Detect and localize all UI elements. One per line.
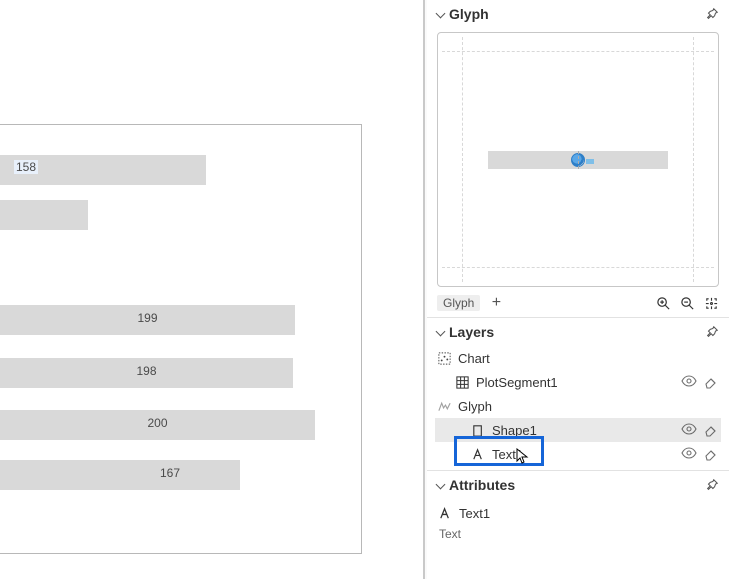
attributes-panel-title: Attributes xyxy=(449,477,515,493)
glyph-node-icon xyxy=(437,399,452,414)
attributes-selected-label: Text1 xyxy=(459,506,490,521)
zoom-out-icon[interactable] xyxy=(679,295,695,311)
bar-label: 167 xyxy=(160,466,180,480)
bar-label: 158 xyxy=(14,160,38,174)
chart-bar[interactable]: 198 xyxy=(0,358,293,388)
visibility-icon[interactable] xyxy=(681,445,697,464)
glyph-preview[interactable] xyxy=(437,32,719,287)
layers-tree: Chart PlotSegment1 xyxy=(427,344,729,470)
glyph-panel-title: Glyph xyxy=(449,6,489,22)
erase-icon[interactable] xyxy=(703,445,719,464)
chart-bar[interactable] xyxy=(0,200,88,230)
rectangle-icon xyxy=(471,423,486,438)
chart-bar[interactable]: 167 xyxy=(0,460,240,490)
layer-row-plotsegment[interactable]: PlotSegment1 xyxy=(435,370,721,394)
grid-icon xyxy=(455,375,470,390)
layer-label: Text1 xyxy=(492,447,523,462)
layer-row-shape1[interactable]: Shape1 xyxy=(435,418,721,442)
visibility-icon[interactable] xyxy=(681,421,697,440)
pin-icon[interactable] xyxy=(705,7,719,21)
chevron-down-icon xyxy=(435,9,445,19)
add-glyph-button[interactable]: + xyxy=(488,295,504,311)
visibility-icon[interactable] xyxy=(681,373,697,392)
bar-label: 199 xyxy=(137,311,157,325)
glyph-toolbar: Glyph + xyxy=(427,291,729,317)
glyph-tag[interactable]: Glyph xyxy=(437,295,480,311)
layer-label: Shape1 xyxy=(492,423,537,438)
zoom-in-icon[interactable] xyxy=(655,295,671,311)
attributes-selected-item[interactable]: Text1 xyxy=(437,501,721,525)
layer-row-chart[interactable]: Chart xyxy=(435,346,721,370)
chart-icon xyxy=(437,351,452,366)
layer-row-glyph[interactable]: Glyph xyxy=(435,394,721,418)
attribute-field-label: Text xyxy=(437,525,721,541)
chevron-down-icon xyxy=(435,480,445,490)
text-icon xyxy=(471,447,486,462)
chart-bar[interactable]: 158 xyxy=(0,155,206,185)
glyph-panel-header[interactable]: Glyph xyxy=(427,0,729,26)
side-panel: Glyph Glyph + xyxy=(427,0,729,579)
erase-icon[interactable] xyxy=(703,373,719,392)
pin-icon[interactable] xyxy=(705,478,719,492)
attributes-body: Text1 Text xyxy=(427,497,729,547)
attributes-panel-header[interactable]: Attributes xyxy=(427,471,729,497)
anchor-icon xyxy=(571,153,585,167)
layer-label: Chart xyxy=(458,351,490,366)
layer-label: Glyph xyxy=(458,399,492,414)
glyph-shape-preview[interactable] xyxy=(488,151,668,169)
layers-panel-header[interactable]: Layers xyxy=(427,318,729,344)
layers-panel-title: Layers xyxy=(449,324,494,340)
fit-view-icon[interactable] xyxy=(703,295,719,311)
erase-icon[interactable] xyxy=(703,421,719,440)
chart-bar[interactable]: 199 xyxy=(0,305,295,335)
layer-row-text1[interactable]: Text1 xyxy=(435,442,721,466)
chart-canvas-area: 158 199 198 200 167 xyxy=(0,0,425,579)
bar-label: 200 xyxy=(147,416,167,430)
layer-label: PlotSegment1 xyxy=(476,375,558,390)
bar-label: 198 xyxy=(136,364,156,378)
text-icon xyxy=(437,505,453,521)
chevron-down-icon xyxy=(435,327,445,337)
chart-bar[interactable]: 200 xyxy=(0,410,315,440)
pin-icon[interactable] xyxy=(705,325,719,339)
